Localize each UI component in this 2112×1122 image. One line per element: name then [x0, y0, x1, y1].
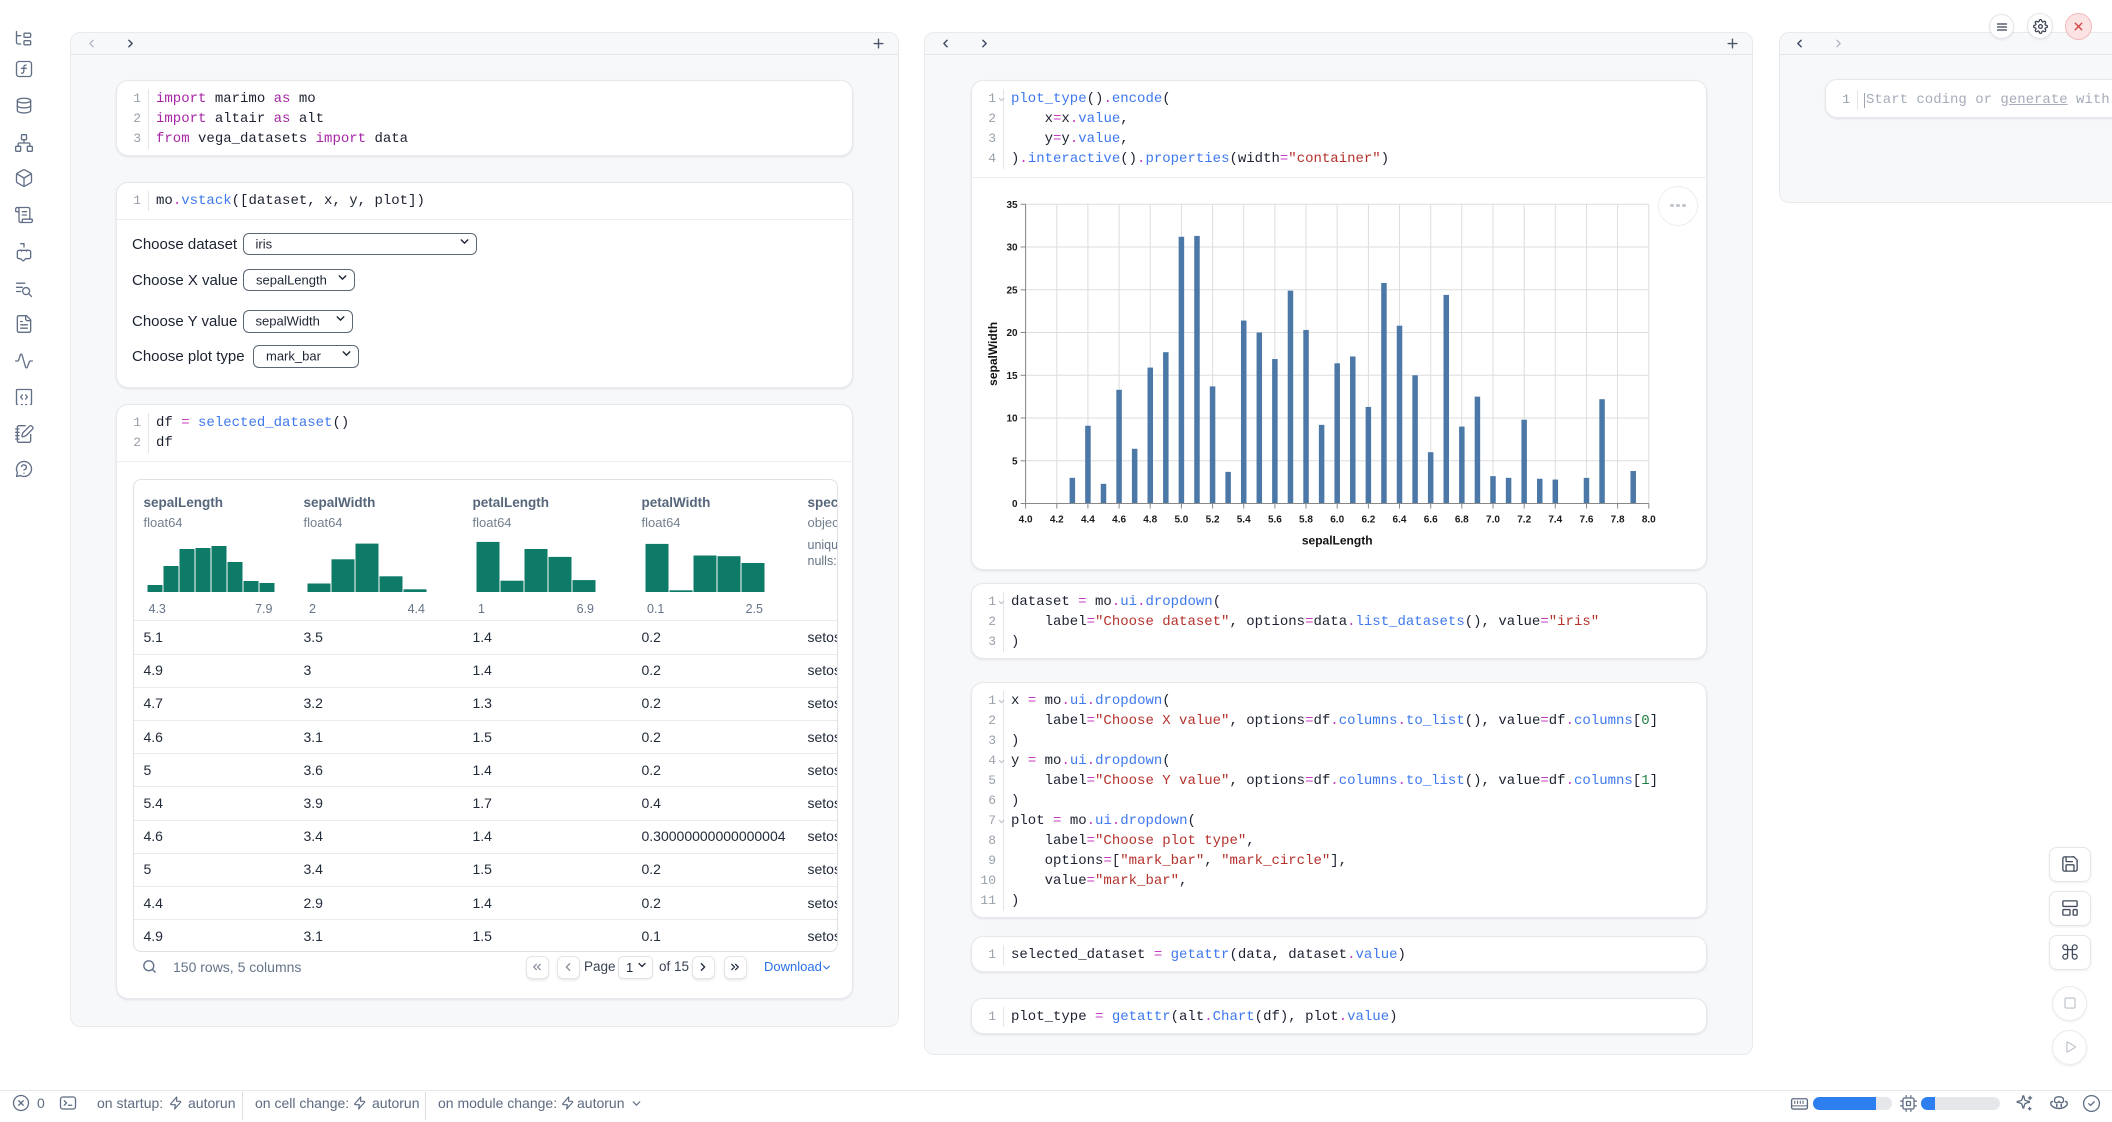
- svg-text:5.0: 5.0: [1174, 515, 1188, 526]
- svg-text:6.8: 6.8: [1455, 515, 1469, 526]
- svg-text:7.2: 7.2: [1517, 515, 1531, 526]
- svg-text:6.0: 6.0: [1330, 515, 1344, 526]
- svg-text:5.4: 5.4: [1237, 515, 1251, 526]
- svg-text:25: 25: [1006, 285, 1018, 296]
- svg-text:7.8: 7.8: [1611, 515, 1625, 526]
- svg-text:7.4: 7.4: [1548, 515, 1562, 526]
- svg-text:0: 0: [1012, 499, 1018, 510]
- svg-text:35: 35: [1006, 200, 1018, 211]
- svg-text:7.0: 7.0: [1486, 515, 1500, 526]
- svg-text:5.2: 5.2: [1206, 515, 1220, 526]
- svg-text:4.6: 4.6: [1112, 515, 1126, 526]
- svg-text:6.4: 6.4: [1393, 515, 1407, 526]
- svg-text:sepalLength: sepalLength: [1302, 534, 1373, 548]
- svg-text:4.8: 4.8: [1143, 515, 1157, 526]
- svg-text:30: 30: [1006, 243, 1018, 254]
- svg-text:7.6: 7.6: [1580, 515, 1594, 526]
- svg-text:5.8: 5.8: [1299, 515, 1313, 526]
- svg-text:4.4: 4.4: [1081, 515, 1095, 526]
- svg-text:6.6: 6.6: [1424, 515, 1438, 526]
- svg-text:5: 5: [1012, 456, 1018, 467]
- svg-text:8.0: 8.0: [1642, 515, 1656, 526]
- svg-text:15: 15: [1006, 371, 1018, 382]
- svg-text:5.6: 5.6: [1268, 515, 1282, 526]
- svg-text:20: 20: [1006, 328, 1018, 339]
- svg-text:4.0: 4.0: [1019, 515, 1033, 526]
- svg-text:6.2: 6.2: [1361, 515, 1375, 526]
- svg-text:10: 10: [1006, 414, 1018, 425]
- svg-text:sepalWidth: sepalWidth: [986, 322, 1000, 386]
- svg-text:4.2: 4.2: [1050, 515, 1064, 526]
